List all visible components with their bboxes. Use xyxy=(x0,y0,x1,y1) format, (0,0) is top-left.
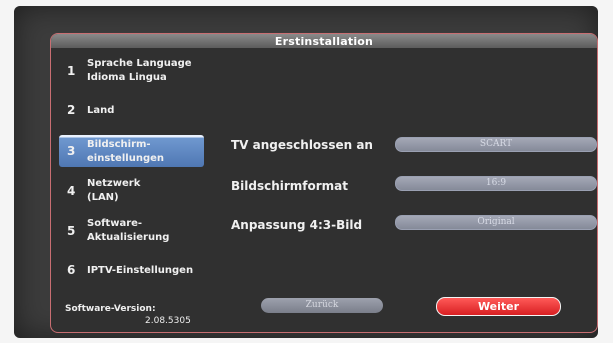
screen-format-label: Bildschirmformat xyxy=(231,179,349,193)
back-button[interactable]: Zurück xyxy=(261,298,383,313)
setup-panel: Erstinstallation 1 Sprache Language Idio… xyxy=(50,33,598,333)
aspect-adjust-label: Anpassung 4:3-Bild xyxy=(231,218,363,232)
menu-item-number: 1 xyxy=(67,64,76,78)
menu-item-label: IPTV-Einstellungen xyxy=(87,265,194,276)
page-title: Erstinstallation xyxy=(274,35,374,48)
menu-item-number: 2 xyxy=(67,103,76,117)
menu-item-network[interactable]: 4 Netzwerk (LAN) xyxy=(59,175,204,205)
menu-item-number: 3 xyxy=(67,144,76,158)
menu-item-label: Sprache Language xyxy=(87,58,192,69)
menu-item-label-secondary: einstellungen xyxy=(87,153,164,164)
menu-item-country[interactable]: 2 Land xyxy=(59,100,204,120)
menu-item-number: 5 xyxy=(67,224,76,238)
menu-item-number: 4 xyxy=(67,184,76,198)
next-button[interactable]: Weiter xyxy=(436,297,561,316)
tv-connection-label: TV angeschlossen an xyxy=(231,138,373,152)
menu-item-label: Software- xyxy=(87,218,143,229)
menu-item-software-update[interactable]: 5 Software- Aktualisierung xyxy=(59,215,204,245)
menu-item-label: Land xyxy=(87,105,115,116)
menu-item-label-secondary: Idioma Lingua xyxy=(87,72,167,83)
menu-item-label: Netzwerk xyxy=(87,178,141,189)
tv-screen: Erstinstallation 1 Sprache Language Idio… xyxy=(14,6,598,338)
menu-item-language[interactable]: 1 Sprache Language Idioma Lingua xyxy=(59,56,204,86)
menu-item-number: 6 xyxy=(67,263,76,277)
menu-item-display-settings[interactable]: 3 Bildschirm- einstellungen xyxy=(59,135,204,167)
software-version-label: Software-Version: xyxy=(65,304,156,314)
menu-item-iptv-settings[interactable]: 6 IPTV-Einstellungen xyxy=(59,260,204,280)
menu-item-label-secondary: Aktualisierung xyxy=(87,232,170,243)
menu-item-label-secondary: (LAN) xyxy=(87,192,119,203)
tv-connection-select[interactable]: SCART xyxy=(395,137,597,152)
menu-item-label: Bildschirm- xyxy=(87,139,151,150)
title-bar: Erstinstallation xyxy=(51,34,597,48)
software-version-value: 2.08.5305 xyxy=(145,316,191,326)
screen-format-select[interactable]: 16:9 xyxy=(395,176,597,191)
aspect-adjust-select[interactable]: Original xyxy=(395,215,597,230)
